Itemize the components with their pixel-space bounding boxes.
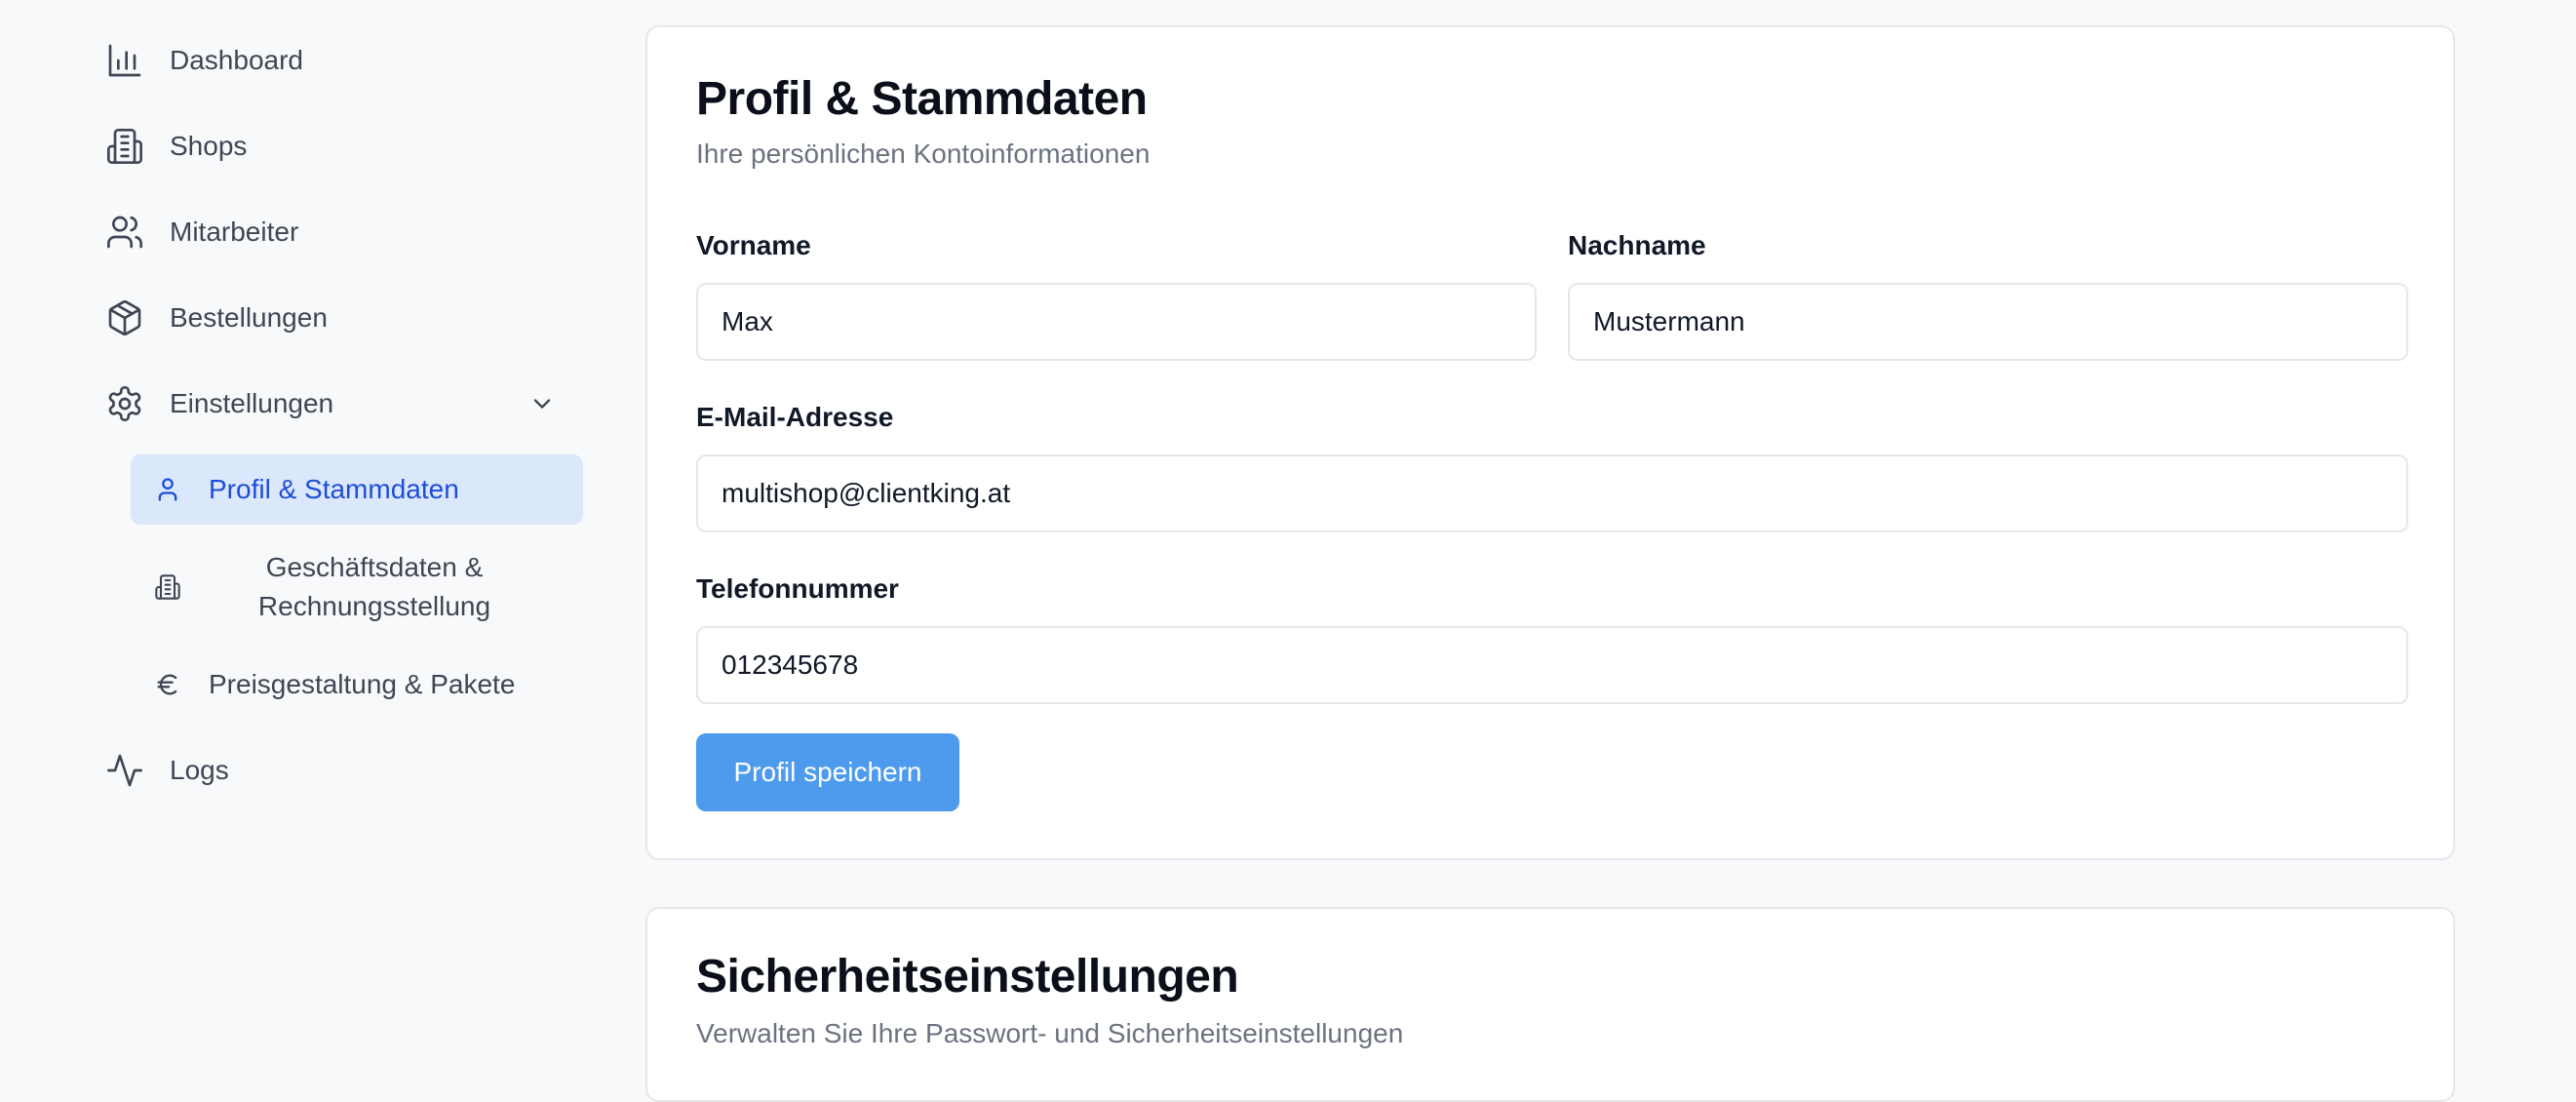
sidebar-item-mitarbeiter[interactable]: Mitarbeiter — [105, 203, 298, 261]
sidebar-subitem-geschaeftsdaten[interactable]: Geschäftsdaten & Rechnungsstellung — [131, 546, 583, 628]
sidebar-item-dashboard[interactable]: Dashboard — [105, 31, 303, 90]
sidebar-item-einstellungen[interactable]: Einstellungen — [105, 374, 564, 433]
page-title: Profil & Stammdaten — [696, 73, 1148, 125]
sidebar-item-label: Logs — [170, 755, 229, 785]
chevron-down-icon[interactable] — [527, 388, 558, 419]
security-card: Sicherheitseinstellungen Verwalten Sie I… — [645, 907, 2455, 1102]
last-name-label: Nachname — [1568, 230, 1706, 260]
section-subtitle: Verwalten Sie Ihre Passwort- und Sicherh… — [696, 1018, 1404, 1048]
sidebar-item-label: Bestellungen — [170, 302, 328, 333]
euro-icon — [154, 671, 181, 698]
page-subtitle: Ihre persönlichen Kontoinformationen — [696, 138, 1151, 169]
sidebar-subitem-label: Preisgestaltung & Pakete — [209, 669, 516, 699]
package-icon — [105, 298, 144, 337]
sidebar-item-shops[interactable]: Shops — [105, 117, 247, 176]
save-profile-button[interactable]: Profil speichern — [696, 733, 959, 811]
sidebar-subitem-preisgestaltung[interactable]: Preisgestaltung & Pakete — [131, 655, 583, 714]
phone-field[interactable] — [696, 626, 2408, 704]
gear-icon — [105, 384, 144, 423]
sidebar-subitem-label: Geschäftsdaten & Rechnungsstellung — [257, 552, 491, 621]
first-name-field[interactable] — [696, 283, 1537, 361]
phone-label: Telefonnummer — [696, 573, 899, 604]
sidebar-subitem-profil[interactable]: Profil & Stammdaten — [131, 454, 583, 525]
sidebar-item-label: Einstellungen — [170, 388, 334, 418]
email-field[interactable] — [696, 454, 2408, 532]
profile-card: Profil & Stammdaten Ihre persönlichen Ko… — [645, 25, 2455, 860]
sidebar-item-label: Dashboard — [170, 45, 303, 75]
activity-icon — [105, 751, 144, 790]
sidebar-item-bestellungen[interactable]: Bestellungen — [105, 289, 328, 347]
section-title: Sicherheitseinstellungen — [696, 951, 1239, 1003]
bar-chart-icon — [105, 41, 144, 80]
sidebar-item-label: Mitarbeiter — [170, 216, 299, 247]
sidebar-item-label: Shops — [170, 131, 248, 161]
first-name-label: Vorname — [696, 230, 811, 260]
email-label: E-Mail-Adresse — [696, 402, 894, 432]
building-icon — [105, 127, 144, 166]
users-icon — [105, 213, 144, 252]
building-icon — [154, 573, 181, 601]
last-name-field[interactable] — [1568, 283, 2408, 361]
sidebar: Dashboard Shops Mitarbeiter Bestellungen… — [0, 0, 605, 1043]
sidebar-item-logs[interactable]: Logs — [105, 741, 229, 800]
user-icon — [154, 476, 181, 503]
sidebar-subitem-label: Profil & Stammdaten — [209, 474, 459, 504]
